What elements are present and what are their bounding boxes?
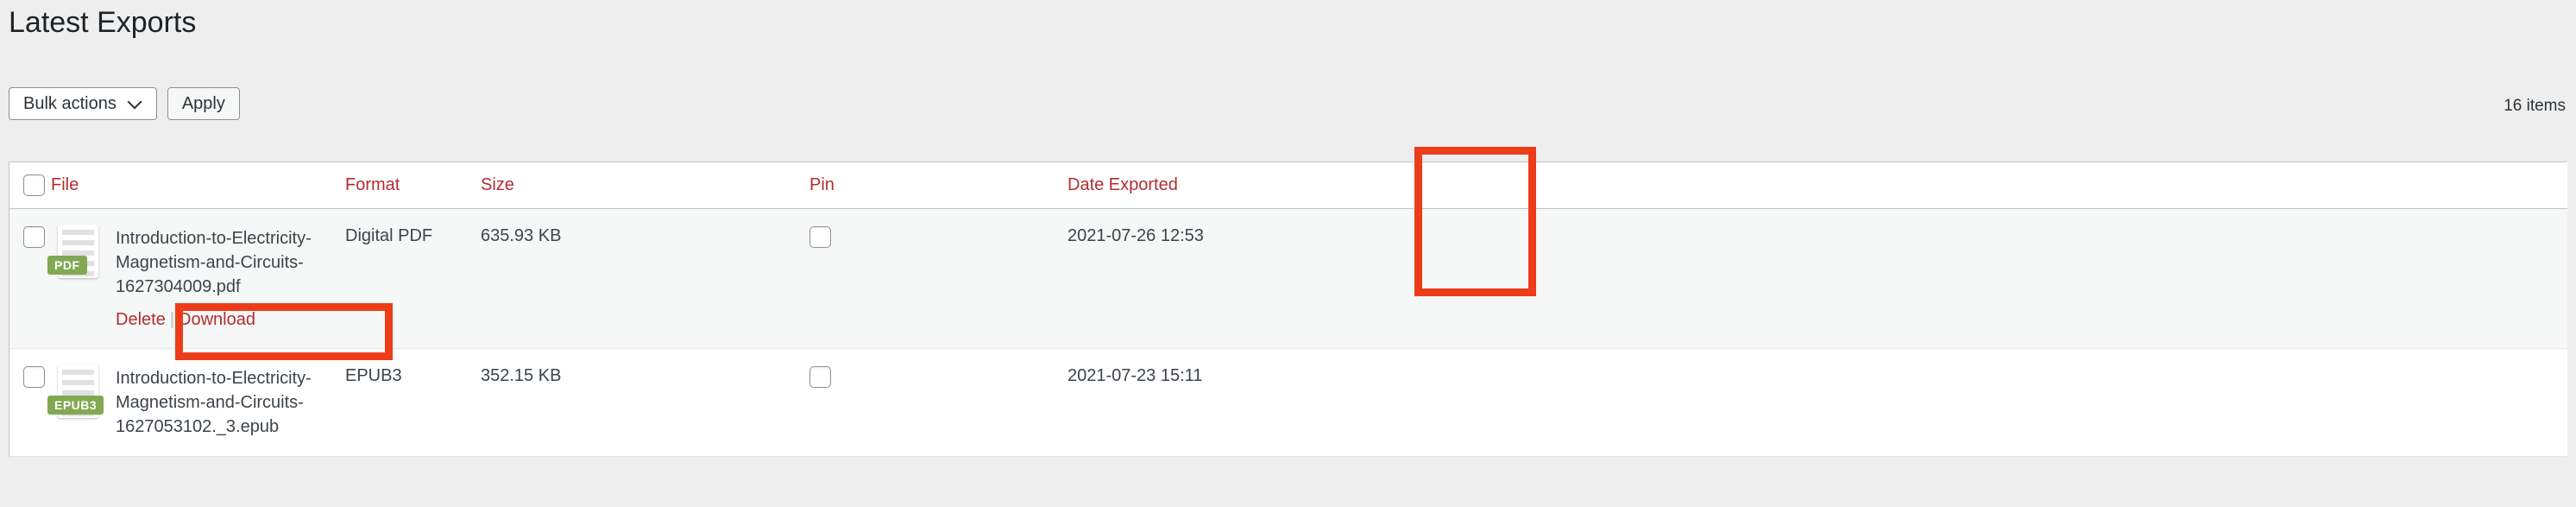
document-file-icon: EPUB3	[47, 364, 104, 418]
row-actions-separator: |	[169, 310, 175, 329]
select-all-checkbox[interactable]	[23, 174, 45, 196]
apply-button[interactable]: Apply	[167, 87, 240, 120]
column-header-size[interactable]: Size	[481, 162, 772, 209]
bulk-actions-select[interactable]: Bulk actions	[9, 87, 157, 120]
bulk-actions-label: Bulk actions	[23, 94, 117, 113]
file-name[interactable]: Introduction-to-Electricity-Magnetism-an…	[116, 366, 345, 439]
download-link[interactable]: Download	[179, 310, 255, 329]
row-format: Digital PDF	[345, 208, 481, 349]
document-file-icon: PDF	[47, 225, 104, 278]
row-pin-cell	[772, 208, 1068, 349]
page-title: Latest Exports	[9, 6, 197, 39]
row-file-cell: EPUB3 Introduction-to-Electricity-Magnet…	[47, 348, 345, 457]
column-header-pin[interactable]: Pin	[772, 162, 1068, 209]
delete-link[interactable]: Delete	[116, 310, 166, 329]
row-size: 635.93 KB	[481, 208, 772, 349]
bulk-actions-toolbar: Bulk actions Apply	[9, 87, 240, 120]
row-pin-cell	[772, 348, 1068, 457]
select-all-header	[9, 162, 51, 209]
chevron-down-icon	[129, 95, 142, 109]
pin-checkbox[interactable]	[809, 226, 831, 248]
row-date: 2021-07-23 15:11	[1068, 348, 2567, 457]
table-row: EPUB3 Introduction-to-Electricity-Magnet…	[9, 348, 2567, 457]
column-header-format[interactable]: Format	[345, 162, 481, 209]
table-header-row: File Format Size Pin Date Exported	[9, 162, 2567, 209]
file-type-badge: EPUB3	[47, 396, 104, 415]
row-select-cell	[9, 348, 51, 457]
row-checkbox[interactable]	[23, 366, 45, 388]
column-header-file[interactable]: File	[51, 162, 345, 209]
row-date: 2021-07-26 12:53	[1068, 208, 2567, 349]
table-row: PDF Introduction-to-Electricity-Magnetis…	[9, 208, 2567, 349]
exports-table-container: File Format Size Pin Date Exported PDF I…	[9, 162, 2567, 457]
row-size: 352.15 KB	[481, 348, 772, 457]
exports-table: File Format Size Pin Date Exported PDF I…	[9, 162, 2567, 457]
column-header-date[interactable]: Date Exported	[1068, 162, 2567, 209]
pin-checkbox[interactable]	[809, 366, 831, 388]
items-count: 16 items	[2504, 97, 2566, 115]
row-file-cell: PDF Introduction-to-Electricity-Magnetis…	[47, 208, 345, 349]
row-format: EPUB3	[345, 348, 481, 457]
row-actions: Delete | Download	[116, 308, 345, 331]
row-select-cell	[9, 208, 51, 349]
file-name[interactable]: Introduction-to-Electricity-Magnetism-an…	[116, 226, 345, 299]
row-checkbox[interactable]	[23, 226, 45, 248]
file-type-badge: PDF	[47, 256, 87, 275]
